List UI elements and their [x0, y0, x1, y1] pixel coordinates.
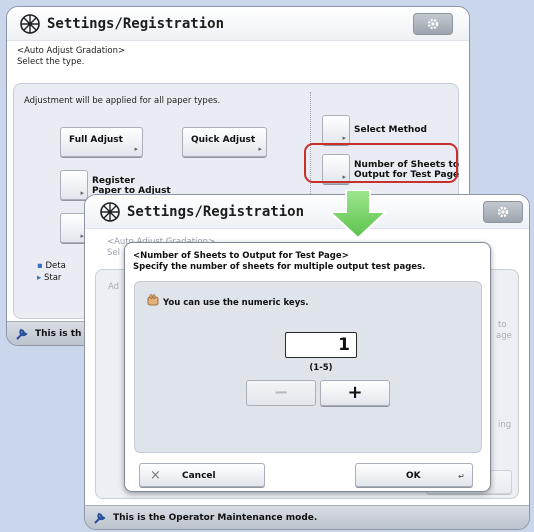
ok-label: OK	[406, 471, 421, 481]
return-icon: ↵	[458, 472, 465, 481]
hand-icon	[147, 294, 159, 306]
settings-wheel-icon	[20, 14, 40, 34]
full-adjust-label: Full Adjust	[69, 135, 123, 145]
front-settings-button[interactable]	[483, 201, 523, 223]
cancel-label: Cancel	[182, 471, 216, 481]
front-status-bar: This is the Operator Maintenance mode.	[85, 505, 529, 529]
ok-button[interactable]: OK ↵	[355, 463, 473, 487]
front-status-text: This is the Operator Maintenance mode.	[113, 513, 318, 523]
back-status-text: This is th	[35, 329, 82, 339]
back-info-text: Adjustment will be applied for all paper…	[24, 96, 221, 106]
bullet-start: ▸ Star	[37, 273, 62, 283]
corner-arrow-icon: ▸	[80, 189, 84, 197]
front-page-title: Settings/Registration	[127, 204, 305, 220]
corner-arrow-icon: ▸	[342, 134, 346, 142]
dialog-title-line2: Specify the number of sheets for multipl…	[133, 262, 426, 272]
bullet-triangle-icon: ▸	[37, 273, 42, 283]
increment-button[interactable]: +	[320, 380, 390, 406]
dialog-title-line1: <Number of Sheets to Output for Test Pag…	[133, 251, 349, 261]
corner-arrow-icon: ▸	[134, 145, 138, 153]
back-header-line2: Select the type.	[17, 57, 85, 67]
decrement-button[interactable]: −	[246, 380, 316, 406]
number-of-sheets-dialog: <Number of Sheets to Output for Test Pag…	[124, 242, 491, 492]
corner-arrow-icon: ▸	[258, 145, 262, 153]
front-titlebar: Settings/Registration	[85, 195, 529, 229]
settings-wheel-icon	[100, 202, 120, 222]
select-method-label: Select Method	[354, 125, 427, 135]
bullet-detail: ▪ Deta	[37, 261, 66, 271]
numeric-keys-hint: You can use the numeric keys.	[163, 298, 309, 308]
down-arrow-icon	[328, 190, 388, 240]
select-method-button[interactable]: ▸	[322, 115, 350, 145]
back-page-title: Settings/Registration	[47, 16, 225, 32]
faded-right-text1: to	[498, 320, 507, 330]
register-paper-button[interactable]: ▸	[60, 170, 88, 200]
wrench-icon	[16, 328, 28, 340]
sheet-count-field[interactable]: 1	[285, 332, 357, 358]
back-settings-button[interactable]	[413, 13, 453, 35]
highlight-frame	[304, 143, 458, 183]
faded-left-text: Ad	[108, 282, 120, 292]
gear-icon	[427, 18, 439, 30]
back-titlebar: Settings/Registration	[7, 7, 469, 41]
faded-right-text3: ing	[498, 420, 512, 430]
cancel-button[interactable]: × Cancel	[139, 463, 265, 487]
range-label: (1-5)	[309, 363, 333, 373]
gear-icon	[497, 206, 509, 218]
faded-header-line2: Sel	[107, 248, 120, 258]
register-label-line1: Register	[92, 176, 135, 186]
dialog-input-panel: You can use the numeric keys. 1 (1-5) − …	[134, 281, 482, 453]
bullet-square-icon: ▪	[37, 261, 43, 271]
back-header-line1: <Auto Adjust Gradation>	[17, 46, 126, 56]
quick-adjust-label: Quick Adjust	[191, 135, 256, 145]
wrench-icon	[94, 512, 106, 524]
full-adjust-button[interactable]: Full Adjust ▸	[60, 127, 143, 157]
quick-adjust-button[interactable]: Quick Adjust ▸	[182, 127, 267, 157]
close-icon: ×	[150, 468, 161, 483]
faded-right-text2: age	[496, 331, 512, 341]
